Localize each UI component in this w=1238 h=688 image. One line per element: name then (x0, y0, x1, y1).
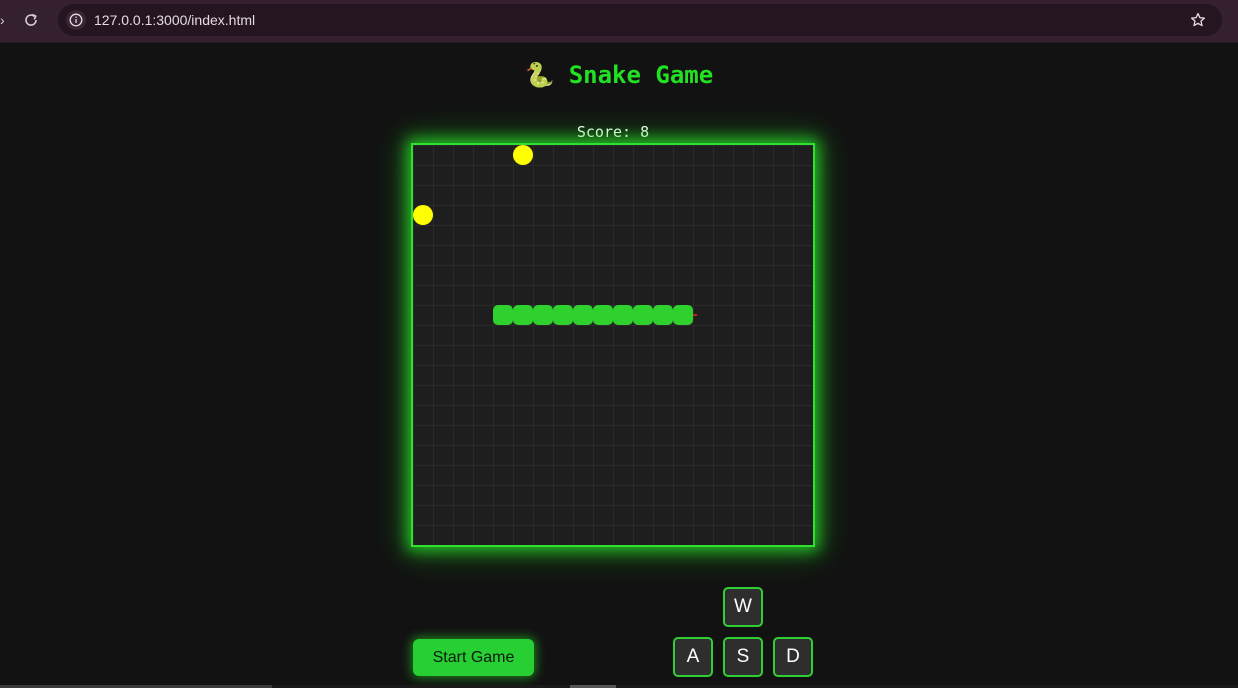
snake-segment (533, 305, 553, 325)
game-board[interactable] (411, 143, 815, 547)
snake-segment (633, 305, 653, 325)
snake-segment (513, 305, 533, 325)
snake-head (673, 305, 693, 325)
snake-segment (613, 305, 633, 325)
snake-segment (593, 305, 613, 325)
score-display: Score: 8 (411, 123, 815, 141)
snake-segment (653, 305, 673, 325)
page-title-text: Snake Game (568, 61, 714, 89)
key-s-button[interactable]: S (723, 637, 763, 677)
key-d-button[interactable]: D (773, 637, 813, 677)
snake-segment (493, 305, 513, 325)
snake-icon: 🐍 (524, 61, 555, 89)
start-game-button[interactable]: Start Game (413, 639, 534, 676)
bookmark-star-icon[interactable] (1188, 10, 1208, 30)
food-pellet (513, 145, 533, 165)
url-text[interactable]: 127.0.0.1:3000/index.html (94, 12, 255, 28)
site-info-icon[interactable] (66, 10, 86, 30)
snake-segment (573, 305, 593, 325)
game-canvas[interactable] (413, 145, 813, 545)
reload-icon[interactable] (20, 9, 42, 31)
score-value: 8 (640, 123, 650, 141)
forward-icon[interactable]: › (0, 11, 6, 29)
browser-toolbar: › 127.0.0.1:3000/index.html (0, 0, 1238, 43)
snake-segment (553, 305, 573, 325)
page-title: 🐍 Snake Game (0, 58, 1238, 92)
key-a-button[interactable]: A (673, 637, 713, 677)
address-bar[interactable]: 127.0.0.1:3000/index.html (58, 4, 1222, 36)
key-w-button[interactable]: W (723, 587, 763, 627)
food-pellet (413, 205, 433, 225)
score-label: Score: (576, 123, 632, 141)
